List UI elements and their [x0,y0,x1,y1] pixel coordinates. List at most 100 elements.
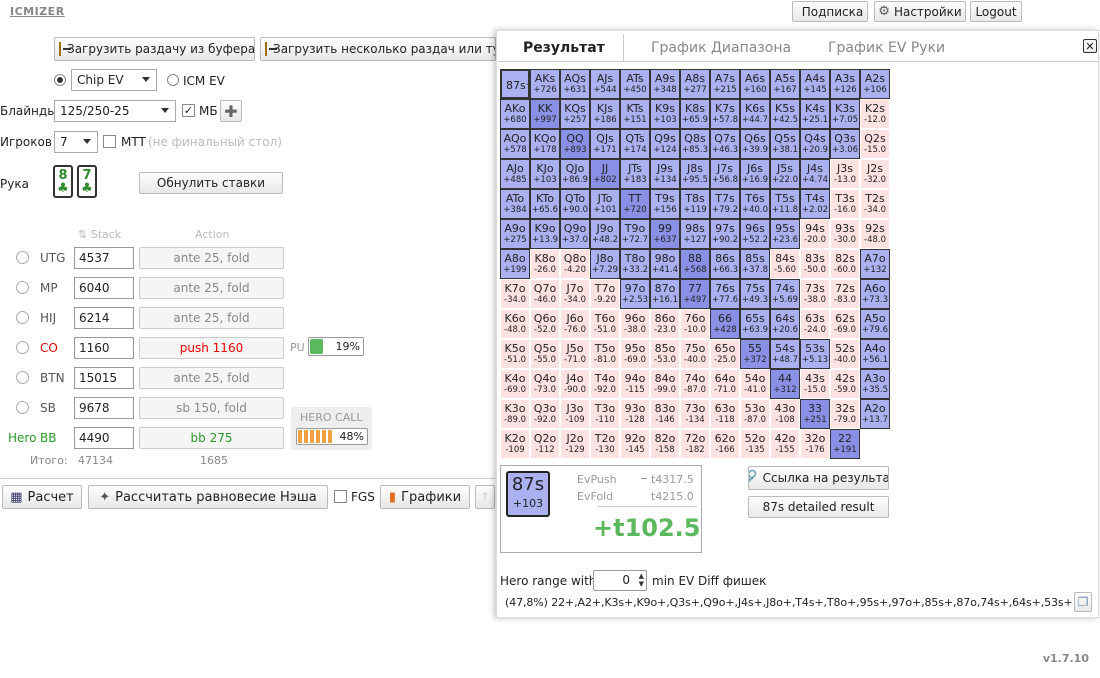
stack-input-co[interactable]: 1160 [74,337,134,359]
grid-cell[interactable]: 77 +497 [680,279,710,309]
action-button-btn[interactable]: ante 25, fold [139,367,284,389]
grid-cell[interactable]: A5o +79.6 [860,309,890,339]
grid-cell[interactable]: 93s -30.0 [830,219,860,249]
grid-cell[interactable]: KK +997 [530,99,560,129]
grid-cell[interactable]: KTs +151 [620,99,650,129]
grid-cell[interactable]: T2s -34.0 [860,189,890,219]
grid-cell[interactable]: K7s +57.8 [710,99,740,129]
hand-card-1[interactable]: 8 ♣ [53,165,73,198]
grid-cell[interactable]: 54o -41.0 [740,369,770,399]
grid-cell[interactable]: 99 +637 [650,219,680,249]
grid-cell[interactable]: 62o -166 [710,429,740,459]
grid-cell[interactable]: K4s +25.1 [800,99,830,129]
extra-button[interactable]: ↑ [475,485,495,509]
grid-cell[interactable]: A6s +160 [740,69,770,99]
grid-cell[interactable]: AQs +631 [560,69,590,99]
grid-cell[interactable]: 86o -23.0 [650,309,680,339]
grid-cell[interactable]: 64o -71.0 [710,369,740,399]
grid-cell[interactable]: J8o +7.29 [590,249,620,279]
grid-cell[interactable]: 93o -128 [620,399,650,429]
grid-cell[interactable]: 92s -48.0 [860,219,890,249]
grid-cell[interactable]: 65s +63.9 [740,309,770,339]
grid-cell[interactable]: K5s +42.5 [770,99,800,129]
grid-cell[interactable]: J9o +48.2 [590,219,620,249]
grid-cell[interactable]: J2s -32.0 [860,159,890,189]
grid-cell[interactable]: 83o -146 [650,399,680,429]
icm-ev-radio[interactable] [167,74,179,86]
grid-cell[interactable]: A3o +35.5 [860,369,890,399]
grid-cell[interactable]: 53s +5.13 [800,339,830,369]
grid-cell[interactable]: KTo +65.6 [530,189,560,219]
grid-cell[interactable]: T8s +119 [680,189,710,219]
fgs-checkbox[interactable] [334,490,347,503]
grid-cell[interactable]: AJo +485 [500,159,530,189]
grid-cell[interactable]: K2o -109 [500,429,530,459]
grid-cell[interactable]: 73s -38.0 [800,279,830,309]
grid-cell[interactable]: 74o -87.0 [680,369,710,399]
grid-cell[interactable]: 83s -50.0 [800,249,830,279]
stack-input-mp[interactable]: 6040 [74,277,134,299]
grid-cell[interactable]: Q2s -15.0 [860,129,890,159]
position-radio-btn[interactable] [16,371,29,384]
grid-cell[interactable]: 94o -115 [620,369,650,399]
grid-cell[interactable]: J5s +22.0 [770,159,800,189]
grid-cell[interactable]: Q7o -46.0 [530,279,560,309]
grid-cell[interactable]: A7s +215 [710,69,740,99]
grid-cell[interactable]: QTo +90.0 [560,189,590,219]
grid-cell[interactable]: 55 +372 [740,339,770,369]
grid-cell[interactable]: JTo +101 [590,189,620,219]
position-radio-mp[interactable] [16,281,29,294]
players-select[interactable]: 7 [54,131,98,153]
grid-cell[interactable]: J2o -129 [560,429,590,459]
grid-cell[interactable]: KJs +186 [590,99,620,129]
grid-cell[interactable]: T4s +2.02 [800,189,830,219]
grid-cell[interactable]: KQo +178 [530,129,560,159]
grid-cell[interactable]: 76o -10.0 [680,309,710,339]
grid-cell[interactable]: Q9s +124 [650,129,680,159]
grid-cell[interactable]: J4s +4.74 [800,159,830,189]
grid-cell[interactable]: 22 +191 [830,429,860,459]
grid-cell[interactable]: TT +720 [620,189,650,219]
grid-cell[interactable]: J4o -90.0 [560,369,590,399]
grid-cell[interactable]: QJs +171 [590,129,620,159]
grid-cell[interactable]: J3o -109 [560,399,590,429]
blinds-select[interactable]: 125/250-25 [54,100,176,122]
copy-range-button[interactable]: ❐ [1074,592,1092,612]
grid-cell[interactable]: T6s +40.0 [740,189,770,219]
grid-cell[interactable]: 84o -99.0 [650,369,680,399]
grid-cell[interactable]: K6s +44.7 [740,99,770,129]
grid-cell[interactable]: 75o -40.0 [680,339,710,369]
grid-cell[interactable]: 87o +16.1 [650,279,680,309]
grid-cell[interactable]: 64s +20.6 [770,309,800,339]
mtt-checkbox[interactable] [103,135,116,148]
charts-button[interactable]: ▮ Графики [380,485,470,509]
stack-input-utg[interactable]: 4537 [74,247,134,269]
load-hand-button[interactable]: Загрузить раздачу из буфера [54,37,255,61]
grid-cell[interactable]: J6o -76.0 [560,309,590,339]
grid-cell[interactable]: QJo +86.9 [560,159,590,189]
stack-input-sb[interactable]: 9678 [74,397,134,419]
grid-cell[interactable]: 42o -155 [770,429,800,459]
grid-cell[interactable]: T4o -92.0 [590,369,620,399]
grid-cell[interactable]: 52o -135 [740,429,770,459]
grid-cell[interactable]: J8s +95.5 [680,159,710,189]
grid-cell[interactable]: Q3s +3.06 [830,129,860,159]
grid-cell[interactable]: 62s -69.0 [830,309,860,339]
grid-cell[interactable]: A8o +199 [500,249,530,279]
grid-cell[interactable]: 52s -40.0 [830,339,860,369]
grid-cell[interactable]: 32o -176 [800,429,830,459]
grid-cell[interactable]: 96o -38.0 [620,309,650,339]
grid-cell[interactable]: T3o -110 [590,399,620,429]
grid-cell[interactable]: 32s -79.0 [830,399,860,429]
grid-cell[interactable]: J5o -71.0 [560,339,590,369]
grid-cell[interactable]: 86s +66.3 [710,249,740,279]
grid-cell[interactable]: A3s +126 [830,69,860,99]
grid-cell[interactable]: 95o -69.0 [620,339,650,369]
grid-cell[interactable]: QQ +893 [560,129,590,159]
grid-cell[interactable]: Q5o -55.0 [530,339,560,369]
action-button-bb[interactable]: bb 275 [139,427,284,449]
nash-button[interactable]: ✦ Рассчитать равновесие Нэша [88,485,328,509]
grid-cell[interactable]: 96s +52.2 [740,219,770,249]
grid-cell[interactable]: 84s -5.60 [770,249,800,279]
grid-cell[interactable]: 75s +49.3 [740,279,770,309]
